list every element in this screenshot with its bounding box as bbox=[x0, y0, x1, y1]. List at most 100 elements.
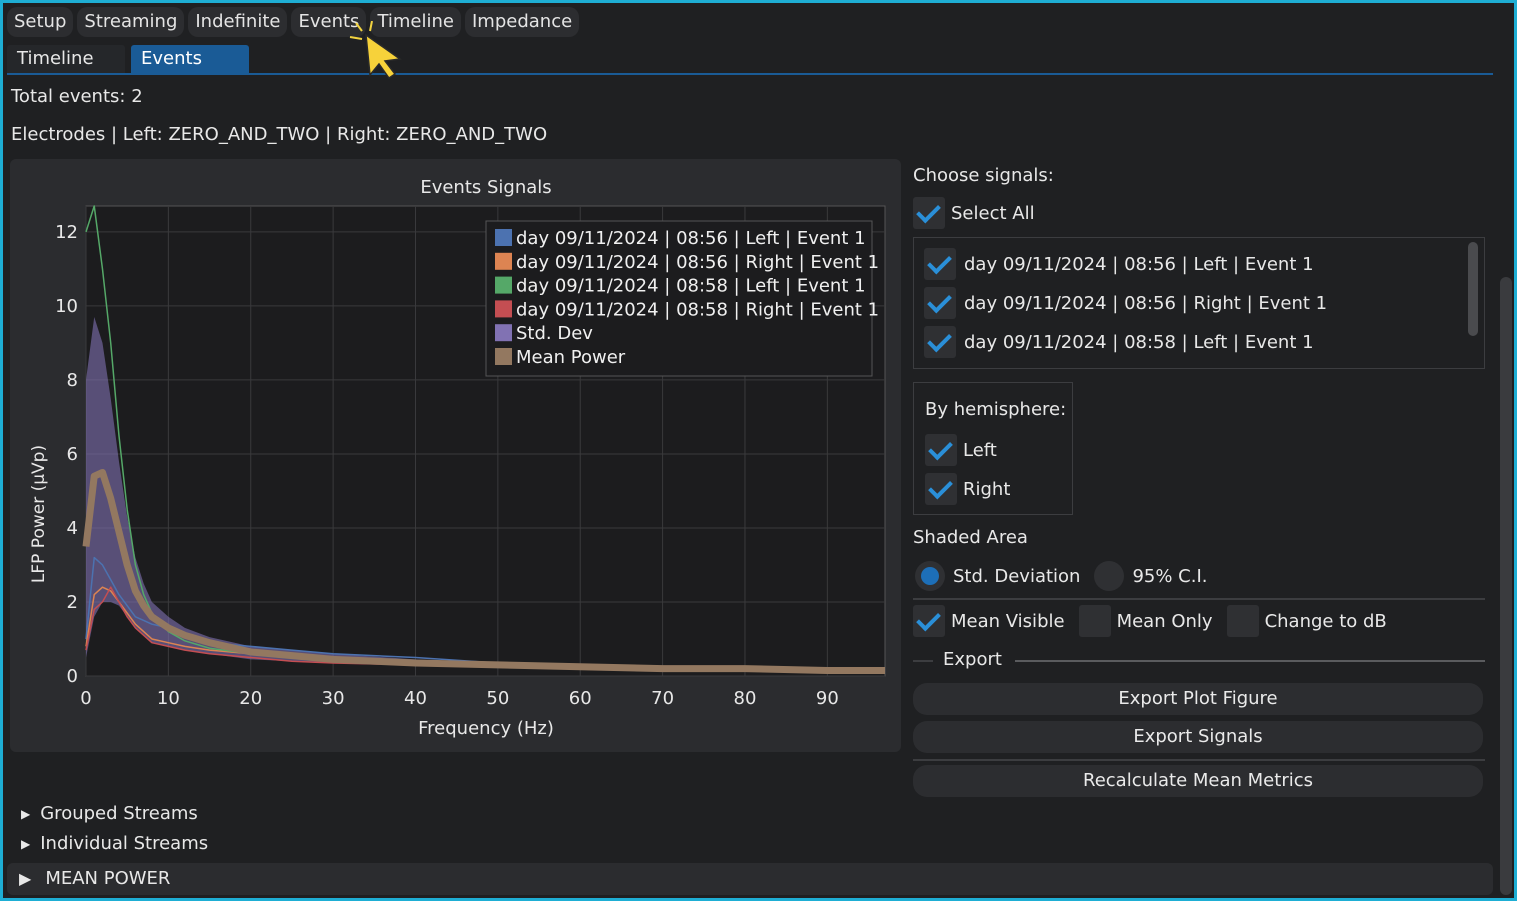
export-signals-button[interactable]: Export Signals bbox=[913, 721, 1483, 753]
signal-list-scrollbar[interactable] bbox=[1468, 242, 1478, 336]
by-hemisphere-label: By hemisphere: bbox=[925, 399, 1067, 420]
list-item: day 09/11/2024 | 08:58 | Left | Event 1 bbox=[924, 324, 1314, 360]
x-tick-label: 80 bbox=[734, 688, 757, 709]
subtab-events[interactable]: Events bbox=[131, 45, 249, 73]
legend-entry: day 09/11/2024 | 08:58 | Left | Event 1 bbox=[516, 276, 866, 297]
export-plot-figure-button[interactable]: Export Plot Figure bbox=[913, 683, 1483, 715]
chart-title: Events Signals bbox=[420, 177, 551, 198]
y-tick-label: 0 bbox=[67, 666, 78, 687]
triangle-right-icon: ▶ bbox=[21, 837, 31, 851]
legend-swatch bbox=[495, 300, 512, 318]
app-window: Setup Streaming Indefinite Events Timeli… bbox=[0, 0, 1517, 901]
legend-swatch bbox=[495, 276, 512, 294]
select-all-label: Select All bbox=[951, 202, 1035, 224]
hemi-right-row: Right bbox=[925, 473, 1010, 505]
grouped-streams-label: Grouped Streams bbox=[40, 803, 198, 824]
export-section-label: Export bbox=[943, 649, 1002, 670]
ci95-radio[interactable] bbox=[1094, 561, 1125, 591]
mean-power-header[interactable]: ▶ MEAN POWER bbox=[7, 863, 1493, 895]
y-tick-label: 10 bbox=[55, 296, 78, 317]
x-tick-label: 90 bbox=[816, 688, 839, 709]
mean-only-label: Mean Only bbox=[1116, 610, 1213, 632]
x-tick-label: 50 bbox=[486, 688, 509, 709]
legend-entry: day 09/11/2024 | 08:56 | Right | Event 1 bbox=[516, 252, 879, 273]
main-scrollbar[interactable] bbox=[1500, 277, 1512, 895]
hemi-right-label: Right bbox=[963, 478, 1011, 500]
hemi-left-row: Left bbox=[925, 434, 997, 466]
list-item: day 09/11/2024 | 08:56 | Right | Event 1 bbox=[924, 285, 1327, 321]
tab-indefinite[interactable]: Indefinite bbox=[188, 7, 288, 37]
legend-entry: day 09/11/2024 | 08:56 | Left | Event 1 bbox=[516, 228, 866, 249]
individual-streams-label: Individual Streams bbox=[40, 833, 209, 854]
legend-entry: Mean Power bbox=[516, 347, 626, 368]
hemi-left-label: Left bbox=[963, 439, 997, 461]
x-tick-label: 70 bbox=[651, 688, 674, 709]
mean-visible-label: Mean Visible bbox=[951, 610, 1065, 632]
export-divider-right bbox=[1015, 660, 1485, 662]
signal-label: day 09/11/2024 | 08:56 | Right | Event 1 bbox=[964, 292, 1328, 314]
export-divider-left bbox=[913, 660, 933, 662]
mean-visible-checkbox[interactable] bbox=[913, 605, 945, 637]
individual-streams-toggle[interactable]: ▶ Individual Streams bbox=[21, 833, 208, 854]
grouped-streams-toggle[interactable]: ▶ Grouped Streams bbox=[21, 803, 198, 824]
mean-options-row: Mean Visible Mean Only Change to dB bbox=[913, 605, 1387, 637]
hemi-left-checkbox[interactable] bbox=[925, 434, 957, 466]
events-plot-panel: Events Signals Frequency (Hz) LFP Power … bbox=[10, 159, 901, 752]
x-tick-label: 40 bbox=[404, 688, 427, 709]
x-tick-label: 60 bbox=[569, 688, 592, 709]
x-tick-label: 0 bbox=[80, 688, 91, 709]
y-tick-label: 6 bbox=[67, 444, 78, 465]
mean-only-checkbox[interactable] bbox=[1078, 605, 1111, 637]
select-all-checkbox[interactable] bbox=[913, 197, 945, 229]
y-axis-label: LFP Power (µVp) bbox=[29, 445, 49, 583]
legend-swatch bbox=[495, 229, 512, 246]
signal-checkbox[interactable] bbox=[924, 248, 956, 280]
change-db-label: Change to dB bbox=[1264, 610, 1387, 632]
ci95-label: 95% C.I. bbox=[1132, 565, 1208, 587]
legend-swatch bbox=[495, 324, 512, 342]
sub-tab-bar: Timeline Events bbox=[7, 45, 249, 73]
tab-impedance[interactable]: Impedance bbox=[464, 7, 580, 37]
x-tick-label: 30 bbox=[322, 688, 345, 709]
electrodes-label: Electrodes | Left: ZERO_AND_TWO | Right:… bbox=[11, 124, 548, 145]
signal-checkbox[interactable] bbox=[924, 326, 956, 358]
y-tick-label: 12 bbox=[55, 222, 78, 243]
subtab-timeline[interactable]: Timeline bbox=[7, 45, 125, 73]
signal-checkbox[interactable] bbox=[924, 287, 956, 319]
hemi-right-checkbox[interactable] bbox=[925, 473, 957, 505]
y-tick-label: 4 bbox=[67, 518, 78, 539]
tab-streaming[interactable]: Streaming bbox=[77, 7, 185, 37]
divider bbox=[913, 598, 1485, 600]
divider bbox=[913, 759, 1485, 761]
std-deviation-radio[interactable] bbox=[915, 561, 945, 591]
x-tick-label: 20 bbox=[239, 688, 262, 709]
mean-power-label: MEAN POWER bbox=[45, 868, 171, 889]
select-all-row: Select All bbox=[913, 197, 1035, 229]
signal-label: day 09/11/2024 | 08:56 | Left | Event 1 bbox=[964, 253, 1314, 275]
recalculate-mean-metrics-button[interactable]: Recalculate Mean Metrics bbox=[913, 765, 1483, 797]
y-tick-label: 2 bbox=[67, 592, 78, 613]
choose-signals-label: Choose signals: bbox=[913, 165, 1054, 186]
change-db-checkbox[interactable] bbox=[1226, 605, 1259, 637]
mouse-cursor-icon bbox=[349, 21, 402, 80]
events-signals-chart: Events Signals Frequency (Hz) LFP Power … bbox=[29, 177, 886, 739]
shaded-area-label: Shaded Area bbox=[913, 527, 1028, 548]
subtab-underline bbox=[7, 73, 1493, 75]
total-events-label: Total events: 2 bbox=[11, 86, 143, 107]
legend-swatch bbox=[495, 348, 512, 365]
list-item: day 09/11/2024 | 08:56 | Left | Event 1 bbox=[924, 246, 1314, 282]
x-tick-label: 10 bbox=[157, 688, 180, 709]
y-tick-label: 8 bbox=[67, 370, 78, 391]
hemisphere-group: By hemisphere: Left Right bbox=[913, 382, 1073, 515]
signal-list: day 09/11/2024 | 08:56 | Left | Event 1 … bbox=[913, 237, 1485, 369]
std-deviation-label: Std. Deviation bbox=[953, 565, 1081, 587]
legend-entry: day 09/11/2024 | 08:58 | Right | Event 1 bbox=[516, 299, 879, 320]
top-tab-bar: Setup Streaming Indefinite Events Timeli… bbox=[7, 7, 580, 37]
triangle-right-icon: ▶ bbox=[19, 869, 32, 888]
tab-setup[interactable]: Setup bbox=[7, 7, 74, 37]
shaded-area-options: Std. Deviation 95% C.I. bbox=[915, 561, 1208, 591]
triangle-right-icon: ▶ bbox=[21, 807, 31, 821]
x-axis-label: Frequency (Hz) bbox=[418, 718, 554, 739]
legend-swatch bbox=[495, 252, 512, 270]
signal-label: day 09/11/2024 | 08:58 | Left | Event 1 bbox=[964, 331, 1314, 353]
